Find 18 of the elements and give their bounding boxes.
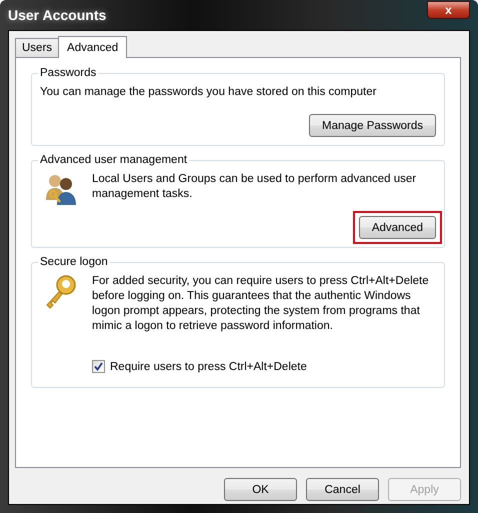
group-title: Secure logon — [39, 256, 109, 268]
manage-passwords-button[interactable]: Manage Passwords — [309, 114, 436, 137]
users-key-icon — [44, 172, 78, 206]
advanced-button[interactable]: Advanced — [358, 216, 436, 239]
group-title: Advanced user management — [39, 154, 188, 166]
checkbox-label[interactable]: Require users to press Ctrl+Alt+Delete — [110, 360, 307, 372]
dialog-button[interactable]: OK — [224, 478, 297, 501]
close-button[interactable]: x — [427, 1, 470, 19]
tab[interactable]: Users — [15, 38, 60, 57]
description-text: For added security, you can require users to press Ctrl+Alt+Delete before logging on. This guarantees that the authentic Windows logon prompt appears, protecting the system from programs that mimic a logon to retrieve password information. — [92, 274, 430, 334]
dialog-button[interactable]: Cancel — [306, 478, 379, 501]
checkbox[interactable] — [92, 360, 105, 373]
key-icon — [44, 274, 78, 310]
description-text: You can manage the passwords you have stored on this computer — [40, 85, 378, 100]
description-text: Local Users and Groups can be used to perform advanced user management tasks. — [92, 172, 418, 202]
window-title: User Accounts — [8, 7, 106, 23]
tab[interactable]: Advanced — [58, 36, 128, 58]
group-title: Passwords — [39, 67, 98, 79]
